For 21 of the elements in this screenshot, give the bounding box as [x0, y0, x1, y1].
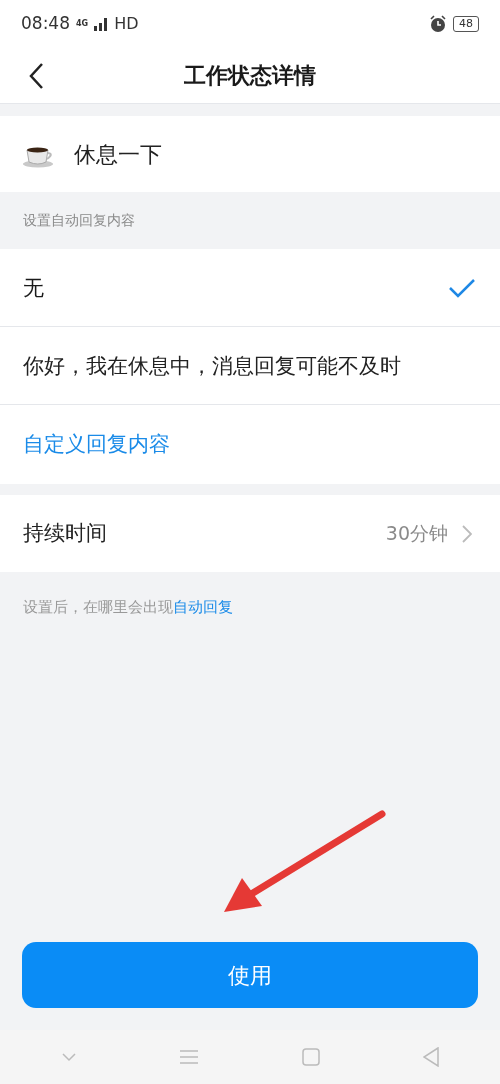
network-type: 4G: [76, 18, 89, 30]
status-label: 休息一下: [74, 140, 162, 169]
duration-value: 30分钟: [385, 521, 448, 547]
chevron-down-icon[interactable]: [61, 1052, 76, 1062]
hd-label: HD: [114, 13, 139, 35]
back-triangle-icon[interactable]: [422, 1047, 439, 1067]
alarm-icon: [429, 15, 447, 33]
page-title: 工作状态详情: [184, 62, 316, 90]
back-button[interactable]: [28, 62, 44, 90]
duration-row[interactable]: 持续时间 30分钟: [0, 495, 500, 572]
menu-icon[interactable]: [178, 1049, 199, 1065]
note-text: 设置后，在哪里会出现自动回复: [23, 596, 233, 618]
checkmark-icon: [448, 277, 476, 298]
clock-time: 08:48: [21, 12, 70, 36]
chevron-right-icon: [462, 524, 472, 543]
battery-indicator: 48: [453, 16, 479, 32]
signal-icon: [94, 17, 109, 31]
home-square-icon[interactable]: [301, 1048, 320, 1066]
section-heading: 设置自动回复内容: [23, 211, 135, 230]
duration-label: 持续时间: [23, 519, 107, 547]
custom-reply-link[interactable]: 自定义回复内容: [23, 428, 170, 461]
